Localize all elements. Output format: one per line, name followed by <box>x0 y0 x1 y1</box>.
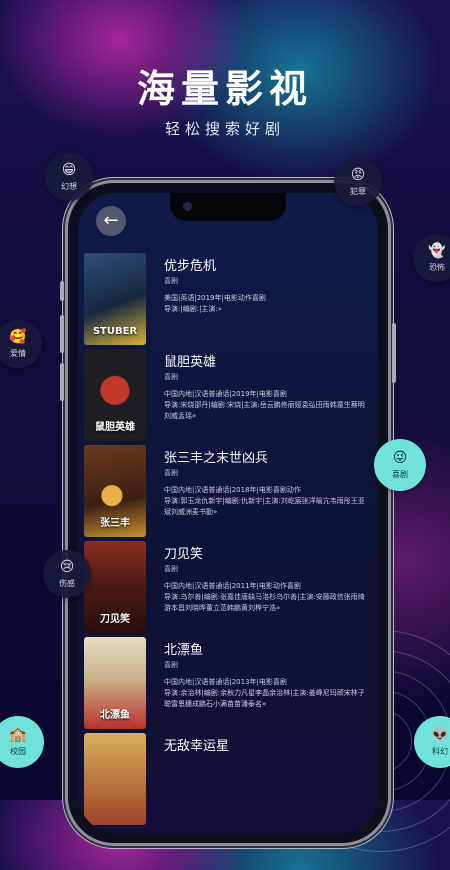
movie-genre: 喜剧 <box>164 373 178 381</box>
movie-title: 优步危机 <box>164 259 217 274</box>
poster-text: 刀见笑 <box>100 614 130 625</box>
category-label: 犯罪 <box>350 187 366 196</box>
movie-title: 无敌幸运星 <box>164 739 230 754</box>
category-campus[interactable]: 🏫 校园 <box>0 716 44 768</box>
back-button[interactable]: ← <box>96 206 126 236</box>
volume-up-button <box>60 315 64 353</box>
angry-face-icon: 😡 <box>350 167 366 183</box>
movie-genre: 喜剧 <box>164 565 178 573</box>
category-comedy[interactable]: 😜 喜剧 <box>374 439 426 491</box>
movie-genre: 喜剧 <box>164 661 178 669</box>
movie-item[interactable]: 北漂鱼 北漂鱼 喜剧 中国内地|汉语普通话|2013年|电影喜剧 导演:余治林|… <box>78 637 378 733</box>
movie-poster: STUBER <box>84 253 146 345</box>
movie-credits: 导演:郭玉龙仇新宇|编剧:仇新宇|主演:刘屹宸张洋喻亢韦雨彤王亚斌刘威洲麦书勤» <box>164 497 365 516</box>
movie-info: 中国内地|汉语普通话|2011年|电影动作喜剧 <box>164 582 301 590</box>
category-fantasy[interactable]: 😁 幻想 <box>45 153 93 201</box>
volume-down-button <box>60 363 64 401</box>
movie-info: 中国内地|汉语普通话|2013年|电影喜剧 <box>164 678 287 686</box>
movie-poster: 鼠胆英雄 <box>84 349 146 441</box>
movie-item[interactable]: 张三丰 张三丰之末世凶兵 喜剧 中国内地|汉语普通话|2018年|电影喜剧动作 … <box>78 445 378 541</box>
category-label: 喜剧 <box>392 470 408 479</box>
movie-poster: 张三丰 <box>84 445 146 537</box>
camera-icon <box>183 202 192 211</box>
movie-poster: 刀见笑 <box>84 541 146 633</box>
alien-icon: 👽 <box>431 727 449 743</box>
movie-genre: 喜剧 <box>164 469 178 477</box>
category-label: 爱情 <box>10 349 26 358</box>
power-button <box>392 323 396 383</box>
movie-credits: 导演:|编剧:|主演:» <box>164 305 223 313</box>
poster-text: 鼠胆英雄 <box>95 422 135 433</box>
movie-title: 刀见笑 <box>164 547 204 562</box>
category-label: 校园 <box>10 747 26 756</box>
category-label: 恐怖 <box>429 263 445 272</box>
movie-item[interactable]: STUBER 优步危机 喜剧 美国|英语|2019年|电影动作喜剧 导演:|编剧… <box>78 253 378 349</box>
poster-text: 张三丰 <box>100 518 130 529</box>
hero-title: 海量影视 <box>136 67 313 111</box>
school-icon: 🏫 <box>9 727 27 743</box>
grin-icon: 😁 <box>61 162 77 178</box>
movie-meta: 美国|英语|2019年|电影动作喜剧 导演:|编剧:|主演:» <box>164 293 370 315</box>
poster-text: 北漂鱼 <box>100 710 130 721</box>
app-screen: ← STUBER 优步危机 喜剧 美国|英语|2019年|电影动作喜剧 导演:|… <box>78 193 378 833</box>
category-romance[interactable]: 🥰 爱情 <box>0 320 42 368</box>
movie-genre: 喜剧 <box>164 277 178 285</box>
movie-poster <box>84 733 146 825</box>
movie-credits: 导演:乌尔善|编剧:张嘉佳唐缺马洛杉乌尔善|主演:安藤政信张雨绮游本昌刘晓晔董立… <box>164 593 365 612</box>
movie-title: 张三丰之末世凶兵 <box>164 451 269 466</box>
movie-meta: 中国内地|汉语普通话|2013年|电影喜剧 导演:余治林|编剧:余秋力凡星李晶余… <box>164 677 370 710</box>
sad-face-icon: 😢 <box>59 559 75 575</box>
mute-switch <box>60 281 64 301</box>
category-crime[interactable]: 😡 犯罪 <box>334 158 382 206</box>
movie-poster: 北漂鱼 <box>84 637 146 729</box>
movie-credits: 导演:余治林|编剧:余秋力凡星李晶余治林|主演:姜峰尼玛顽宋林子聪雷恩穗成鹏石小… <box>164 689 365 708</box>
movie-item[interactable]: 鼠胆英雄 鼠胆英雄 喜剧 中国内地|汉语普通话|2019年|电影喜剧 导演:宋烧… <box>78 349 378 445</box>
category-label: 科幻 <box>432 747 448 756</box>
notch <box>170 193 286 221</box>
love-face-icon: 🥰 <box>9 329 27 345</box>
movie-credits: 导演:宋烧邵丹|编剧:宋烧|主演:岳云鹏佟丽娅袁弘田雨韩童生蔡明刘威孟瑶» <box>164 401 365 420</box>
movie-info: 中国内地|汉语普通话|2019年|电影喜剧 <box>164 390 287 398</box>
category-label: 伤感 <box>59 579 75 588</box>
category-sad[interactable]: 😢 伤感 <box>43 550 91 598</box>
movie-info: 美国|英语|2019年|电影动作喜剧 <box>164 294 266 302</box>
movie-meta: 中国内地|汉语普通话|2018年|电影喜剧动作 导演:郭玉龙仇新宇|编剧:仇新宇… <box>164 485 370 518</box>
movie-info: 中国内地|汉语普通话|2018年|电影喜剧动作 <box>164 486 301 494</box>
poster-text: STUBER <box>92 326 138 337</box>
ghost-icon: 👻 <box>428 243 446 259</box>
movie-meta: 中国内地|汉语普通话|2019年|电影喜剧 导演:宋烧邵丹|编剧:宋烧|主演:岳… <box>164 389 370 422</box>
movie-title: 鼠胆英雄 <box>164 355 217 370</box>
movie-item[interactable]: 无敌幸运星 <box>78 733 378 829</box>
movie-item[interactable]: 刀见笑 刀见笑 喜剧 中国内地|汉语普通话|2011年|电影动作喜剧 导演:乌尔… <box>78 541 378 637</box>
category-label: 幻想 <box>61 182 77 191</box>
movie-title: 北漂鱼 <box>164 643 204 658</box>
category-horror[interactable]: 👻 恐怖 <box>413 234 450 282</box>
phone-mockup: ← STUBER 优步危机 喜剧 美国|英语|2019年|电影动作喜剧 导演:|… <box>60 183 396 843</box>
movie-meta: 中国内地|汉语普通话|2011年|电影动作喜剧 导演:乌尔善|编剧:张嘉佳唐缺马… <box>164 581 370 614</box>
wink-tongue-icon: 😜 <box>392 450 408 466</box>
hero-subtitle: 轻松搜索好剧 <box>164 120 285 138</box>
